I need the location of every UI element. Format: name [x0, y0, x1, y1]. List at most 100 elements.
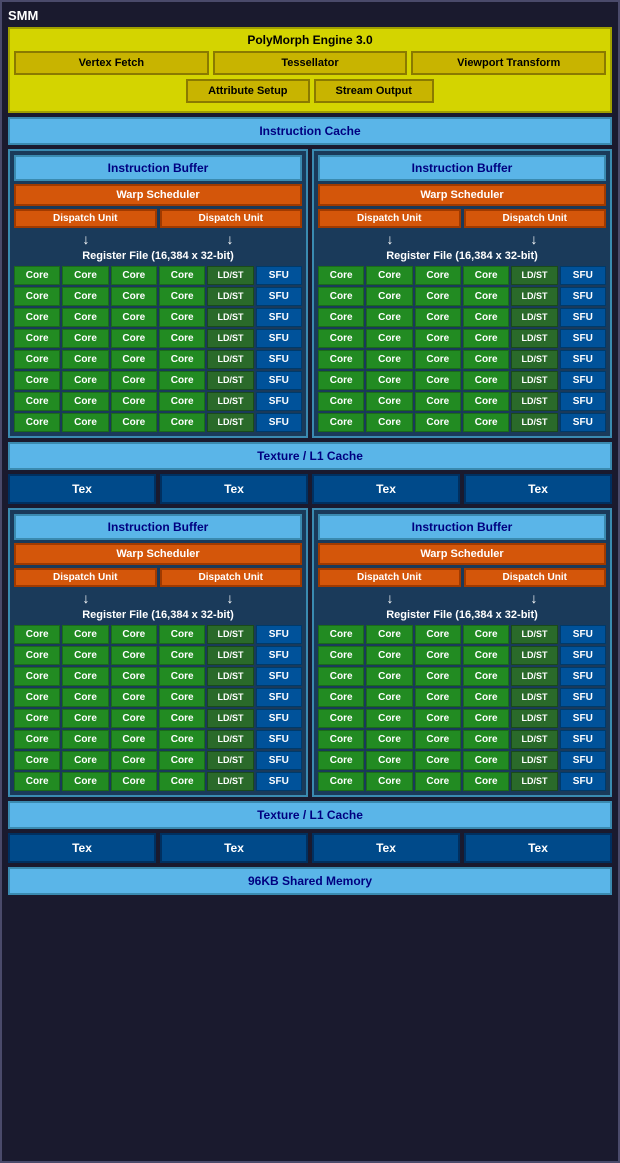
core-cell: Core [366, 667, 412, 686]
core-cell: Core [111, 625, 157, 644]
dispatch-unit-2a: Dispatch Unit [318, 209, 461, 228]
core-cell: Core [159, 751, 205, 770]
dispatch-unit-1a: Dispatch Unit [14, 209, 157, 228]
attribute-setup-btn[interactable]: Attribute Setup [186, 79, 309, 103]
core-cell: Core [463, 625, 509, 644]
core-cell: Core [366, 625, 412, 644]
core-cell: Core [366, 308, 412, 327]
core-cell: Core [415, 709, 461, 728]
core-cell: Core [111, 308, 157, 327]
core-cell: Core [14, 751, 60, 770]
core-cell: Core [415, 646, 461, 665]
dispatch-unit-1b: Dispatch Unit [160, 209, 303, 228]
core-cell: Core [62, 667, 108, 686]
sfu-cell: SFU [256, 287, 302, 306]
sfu-cell: SFU [256, 625, 302, 644]
core-row: Core Core Core Core LD/ST SFU [318, 329, 606, 348]
ldst-cell: LD/ST [207, 751, 253, 770]
sfu-cell: SFU [560, 413, 606, 432]
core-row: Core Core Core Core LD/ST SFU [14, 287, 302, 306]
ldst-cell: LD/ST [511, 709, 557, 728]
core-cell: Core [318, 751, 364, 770]
core-row: Core Core Core Core LD/ST SFU [318, 371, 606, 390]
core-cell: Core [318, 350, 364, 369]
core-cell: Core [159, 688, 205, 707]
core-cell: Core [318, 413, 364, 432]
arrows-row-2: ↓ ↓ [318, 231, 606, 247]
ldst-cell: LD/ST [511, 646, 557, 665]
core-cell: Core [14, 709, 60, 728]
texture-cache-1: Texture / L1 Cache [8, 442, 612, 470]
tessellator-btn[interactable]: Tessellator [213, 51, 408, 75]
core-row: Core Core Core Core LD/ST SFU [14, 625, 302, 644]
ldst-cell: LD/ST [511, 730, 557, 749]
dispatch-unit-2b: Dispatch Unit [464, 209, 607, 228]
core-cell: Core [463, 646, 509, 665]
core-cell: Core [111, 751, 157, 770]
core-cell: Core [62, 392, 108, 411]
ldst-cell: LD/ST [207, 350, 253, 369]
core-cell: Core [415, 730, 461, 749]
core-row: Core Core Core Core LD/ST SFU [14, 667, 302, 686]
core-cell: Core [463, 667, 509, 686]
core-cell: Core [463, 413, 509, 432]
core-cell: Core [415, 266, 461, 285]
core-cell: Core [62, 413, 108, 432]
core-cell: Core [159, 392, 205, 411]
core-cell: Core [14, 350, 60, 369]
core-row: Core Core Core Core LD/ST SFU [318, 646, 606, 665]
sfu-cell: SFU [256, 266, 302, 285]
core-row: Core Core Core Core LD/ST SFU [318, 688, 606, 707]
tex-cell-3: Tex [312, 474, 460, 504]
sm-block-2: Instruction Buffer Warp Scheduler Dispat… [312, 149, 612, 438]
sm-block-1: Instruction Buffer Warp Scheduler Dispat… [8, 149, 308, 438]
smm-container: SMM PolyMorph Engine 3.0 Vertex Fetch Te… [0, 0, 620, 1163]
sfu-cell: SFU [560, 709, 606, 728]
core-row: Core Core Core Core LD/ST SFU [14, 266, 302, 285]
core-cell: Core [159, 730, 205, 749]
ldst-cell: LD/ST [511, 308, 557, 327]
core-row: Core Core Core Core LD/ST SFU [318, 308, 606, 327]
core-cell: Core [366, 266, 412, 285]
core-cell: Core [463, 751, 509, 770]
sfu-cell: SFU [256, 688, 302, 707]
dispatch-unit-3b: Dispatch Unit [160, 568, 303, 587]
arrow-down-3b: ↓ [227, 590, 234, 606]
core-cell: Core [463, 329, 509, 348]
core-cell: Core [415, 287, 461, 306]
tex-cell-1: Tex [8, 474, 156, 504]
core-cell: Core [159, 350, 205, 369]
ldst-cell: LD/ST [511, 772, 557, 791]
sfu-cell: SFU [256, 371, 302, 390]
core-cell: Core [111, 350, 157, 369]
core-cell: Core [318, 266, 364, 285]
core-cell: Core [463, 392, 509, 411]
core-cell: Core [463, 688, 509, 707]
register-file-1: Register File (16,384 x 32-bit) [14, 250, 302, 262]
core-cell: Core [111, 371, 157, 390]
core-cell: Core [415, 371, 461, 390]
core-cell: Core [62, 646, 108, 665]
sfu-cell: SFU [560, 688, 606, 707]
stream-output-btn[interactable]: Stream Output [314, 79, 434, 103]
sfu-cell: SFU [560, 266, 606, 285]
core-cell: Core [159, 287, 205, 306]
sfu-cell: SFU [256, 772, 302, 791]
sfu-cell: SFU [560, 751, 606, 770]
core-cell: Core [366, 392, 412, 411]
polymorph-row2: Attribute Setup Stream Output [14, 79, 606, 103]
ldst-cell: LD/ST [511, 287, 557, 306]
core-row: Core Core Core Core LD/ST SFU [14, 413, 302, 432]
core-cell: Core [463, 287, 509, 306]
core-cell: Core [366, 413, 412, 432]
polymorph-row1: Vertex Fetch Tessellator Viewport Transf… [14, 51, 606, 75]
arrow-down-1b: ↓ [227, 231, 234, 247]
core-cell: Core [111, 646, 157, 665]
viewport-transform-btn[interactable]: Viewport Transform [411, 51, 606, 75]
core-cell: Core [415, 392, 461, 411]
ldst-cell: LD/ST [207, 646, 253, 665]
core-cell: Core [415, 413, 461, 432]
core-row: Core Core Core Core LD/ST SFU [14, 392, 302, 411]
core-row: Core Core Core Core LD/ST SFU [318, 730, 606, 749]
vertex-fetch-btn[interactable]: Vertex Fetch [14, 51, 209, 75]
